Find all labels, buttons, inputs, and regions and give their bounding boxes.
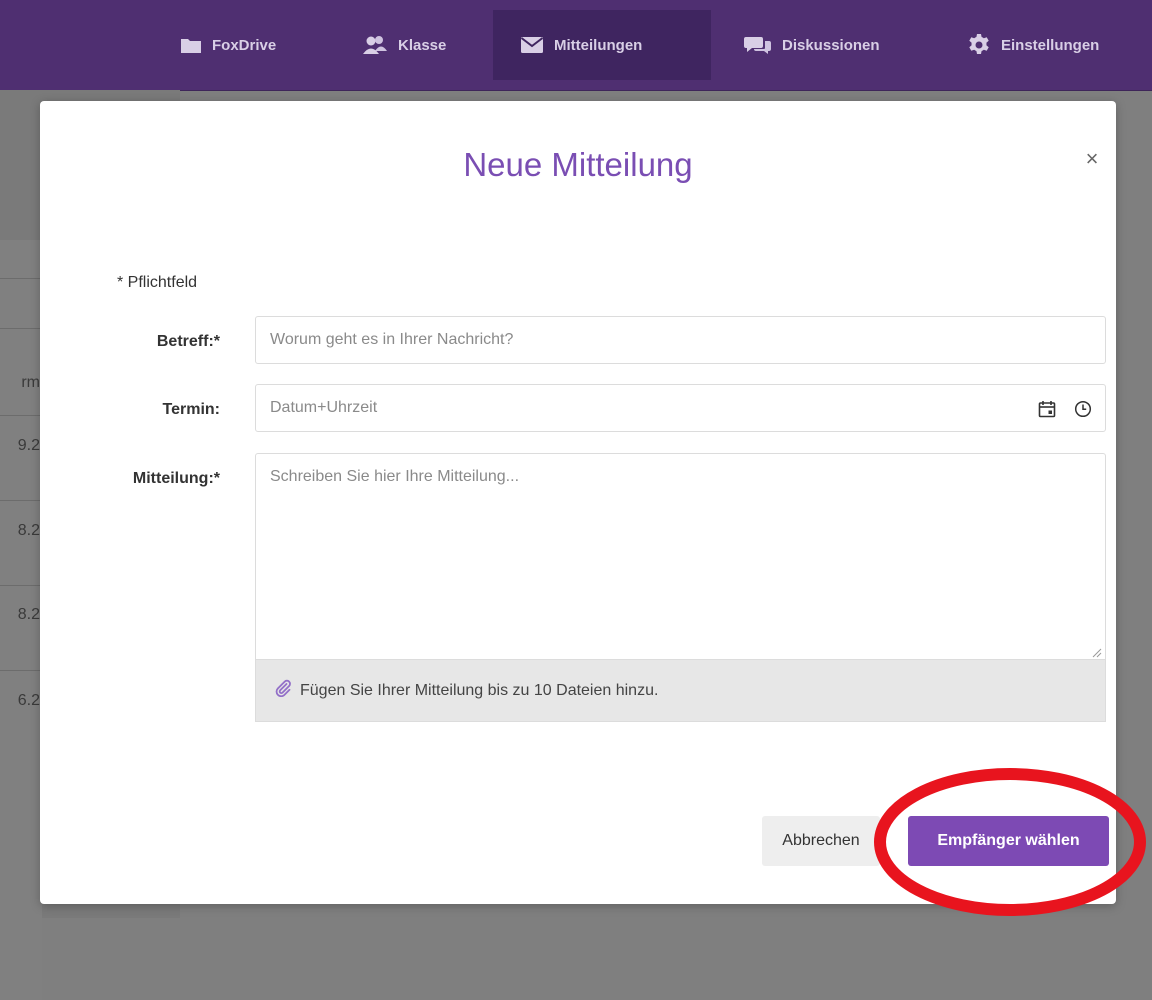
subject-input[interactable] bbox=[255, 316, 1106, 364]
cancel-button[interactable]: Abbrechen bbox=[762, 816, 880, 866]
date-picker-controls bbox=[1036, 398, 1094, 420]
background-divider bbox=[0, 670, 42, 671]
envelope-icon bbox=[520, 36, 544, 54]
nav-item-label: Klasse bbox=[398, 36, 447, 54]
background-column-header: rm bbox=[21, 374, 40, 391]
clock-icon[interactable] bbox=[1072, 398, 1094, 420]
attachment-dropzone[interactable]: Fügen Sie Ihrer Mitteilung bis zu 10 Dat… bbox=[255, 660, 1106, 722]
nav-item-diskussionen[interactable]: Diskussionen bbox=[744, 10, 880, 80]
folder-icon bbox=[180, 36, 202, 54]
subject-label: Betreff:* bbox=[156, 333, 220, 350]
new-message-dialog: Neue Mitteilung × * Pflichtfeld Betreff:… bbox=[40, 101, 1116, 904]
background-divider bbox=[0, 500, 42, 501]
nav-item-mitteilungen[interactable]: Mitteilungen bbox=[493, 10, 711, 80]
top-navigation-bar: FoxDrive Klasse Mitteilungen Diskussione… bbox=[0, 0, 1152, 91]
nav-item-label: Mitteilungen bbox=[554, 36, 643, 54]
date-time-input[interactable] bbox=[255, 384, 1106, 432]
gear-icon bbox=[967, 33, 991, 57]
nav-item-label: Einstellungen bbox=[1001, 36, 1100, 54]
background-divider bbox=[0, 585, 42, 586]
nav-item-foxdrive[interactable]: FoxDrive bbox=[180, 10, 276, 80]
close-icon[interactable]: × bbox=[1078, 145, 1106, 173]
attachment-hint-text: Fügen Sie Ihrer Mitteilung bis zu 10 Dat… bbox=[300, 681, 659, 699]
background-divider bbox=[0, 415, 42, 416]
chat-bubbles-icon bbox=[744, 35, 772, 55]
background-date-cell: 8.2 bbox=[17, 522, 40, 539]
calendar-icon[interactable] bbox=[1036, 398, 1058, 420]
dialog-title: Neue Mitteilung bbox=[463, 146, 693, 183]
users-icon bbox=[362, 35, 388, 55]
paperclip-icon bbox=[274, 679, 292, 702]
resize-grip-icon[interactable] bbox=[1090, 646, 1102, 658]
nav-item-klasse[interactable]: Klasse bbox=[362, 10, 446, 80]
message-label: Mitteilung:* bbox=[132, 470, 220, 487]
background-divider bbox=[0, 328, 42, 329]
background-date-cell: 6.2 bbox=[17, 692, 40, 709]
background-date-cell: 9.2 bbox=[17, 437, 40, 454]
nav-item-label: Diskussionen bbox=[782, 36, 880, 54]
background-date-cell: 8.2 bbox=[17, 606, 40, 623]
date-label: Termin: bbox=[162, 401, 220, 418]
message-textarea[interactable] bbox=[255, 453, 1106, 660]
choose-recipients-button[interactable]: Empfänger wählen bbox=[908, 816, 1109, 866]
required-field-note: * Pflichtfeld bbox=[117, 274, 198, 291]
nav-item-einstellungen[interactable]: Einstellungen bbox=[967, 10, 1099, 80]
nav-item-label: FoxDrive bbox=[212, 36, 277, 54]
background-divider bbox=[0, 278, 42, 279]
